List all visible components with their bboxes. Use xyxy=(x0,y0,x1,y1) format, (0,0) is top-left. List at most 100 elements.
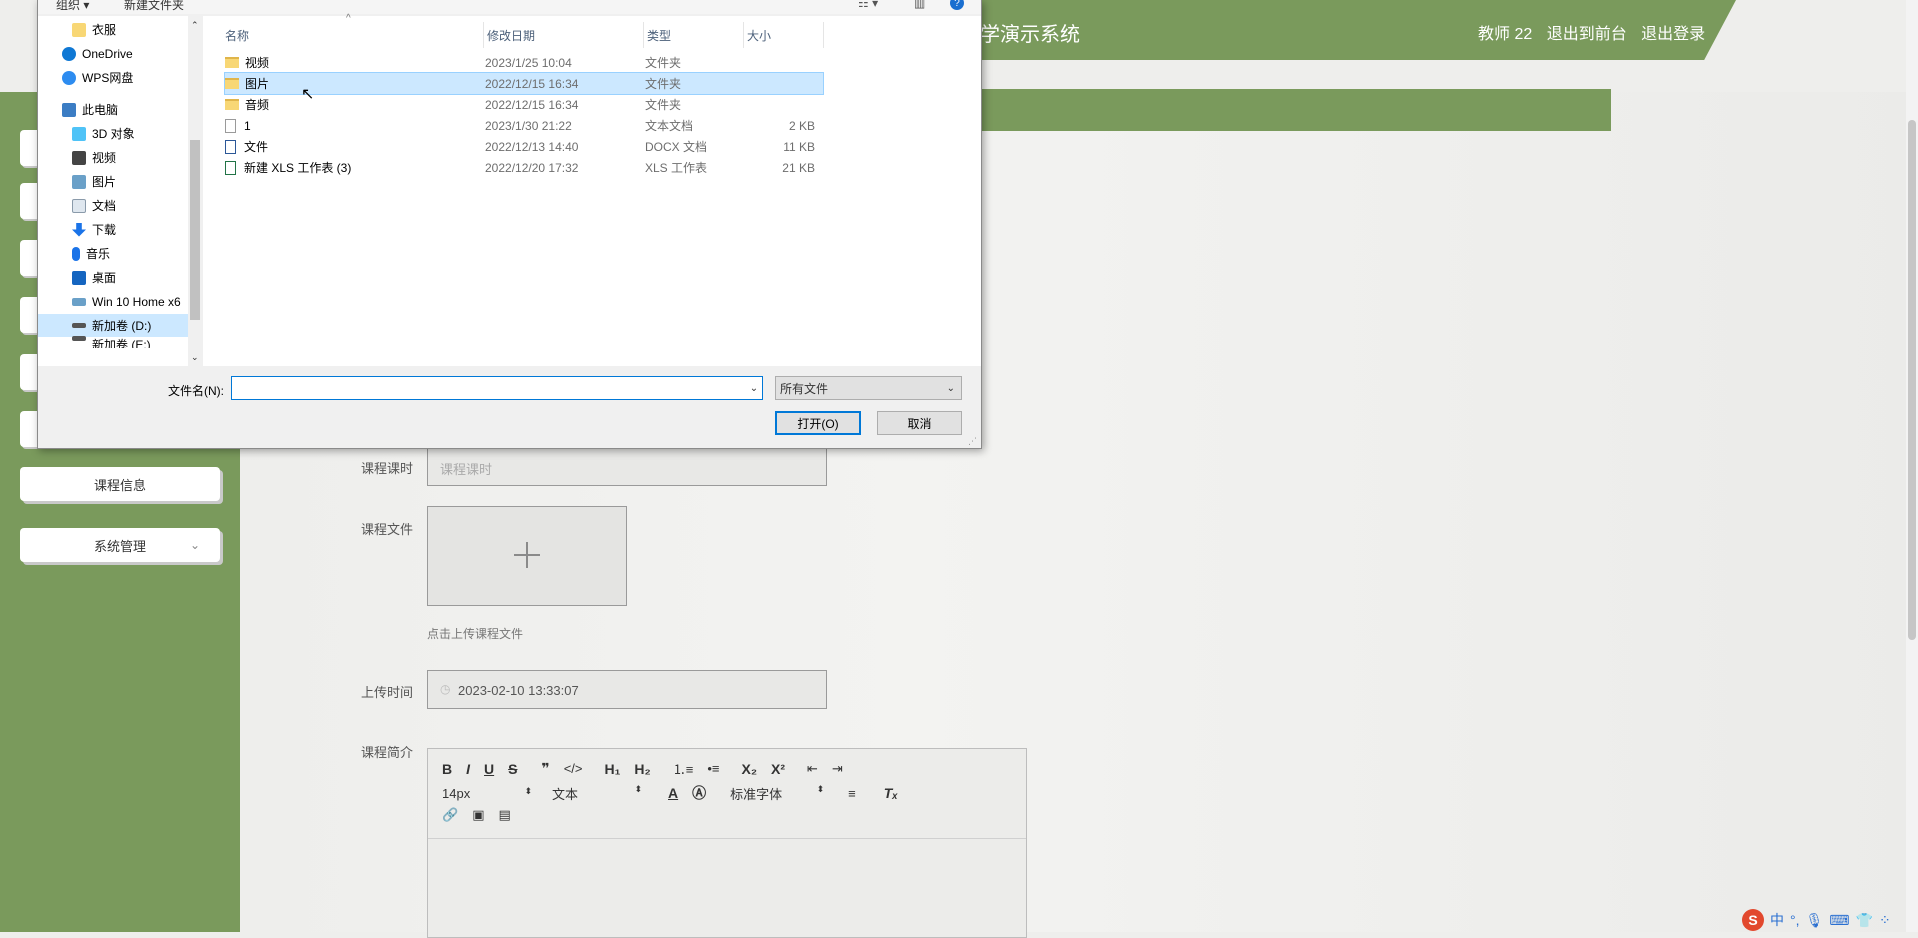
column-divider[interactable] xyxy=(823,22,824,48)
file-row[interactable]: 视频 2023/1/25 10:04 文件夹 xyxy=(225,52,823,73)
ime-mode[interactable]: 中 xyxy=(1770,910,1784,930)
image-icon[interactable]: ▣ xyxy=(472,807,484,823)
punctuation-icon[interactable]: °, xyxy=(1790,912,1800,928)
skin-icon[interactable]: 👕 xyxy=(1856,912,1873,929)
file-name: 新建 XLS 工作表 (3) xyxy=(244,161,352,175)
column-name[interactable]: 名称 xyxy=(225,24,249,46)
bold-icon[interactable]: B xyxy=(442,761,452,777)
font-color-icon[interactable]: A xyxy=(668,785,678,801)
nav-item[interactable]: 音乐 xyxy=(38,242,193,265)
view-menu-icon[interactable]: ☷ ▾ xyxy=(858,0,878,10)
help-icon[interactable]: ? xyxy=(950,0,964,10)
nav-item[interactable]: 视频 xyxy=(38,146,193,169)
nav-item[interactable]: 新加卷 (E:) xyxy=(38,336,193,348)
folder-icon xyxy=(225,78,239,89)
nav-item[interactable]: 新加卷 (D:) xyxy=(38,314,193,337)
open-button[interactable]: 打开(O) xyxy=(775,411,861,435)
indent-icon[interactable]: ⇥ xyxy=(832,761,843,777)
organize-button[interactable]: 组织 ▾ xyxy=(56,0,89,13)
resize-grip-icon[interactable]: ⋰ xyxy=(968,436,978,446)
background-color-icon[interactable]: Ⓐ xyxy=(692,783,706,803)
paragraph-select[interactable]: 文本 ⬍ xyxy=(552,784,642,803)
nav-item[interactable]: 下载 xyxy=(38,218,193,241)
scroll-down-icon[interactable]: ⌄ xyxy=(191,352,199,363)
file-size: 21 KB xyxy=(782,160,815,175)
h2-icon[interactable]: H₂ xyxy=(634,761,650,777)
filetype-select[interactable]: 所有文件 ⌄ xyxy=(775,376,962,400)
file-row[interactable]: 1 2023/1/30 21:22 文本文档 2 KB xyxy=(225,115,823,136)
strikethrough-icon[interactable]: S xyxy=(508,761,517,777)
column-divider[interactable] xyxy=(483,22,484,48)
column-type[interactable]: 类型 xyxy=(647,24,671,46)
file-row[interactable]: 图片 2022/12/15 16:34 文件夹 xyxy=(224,72,824,95)
hours-input[interactable]: 课程课时 xyxy=(427,446,827,486)
bullet-list-icon[interactable]: •≡ xyxy=(707,761,719,776)
nav-scrollbar-thumb[interactable] xyxy=(190,140,200,320)
new-folder-button[interactable]: 新建文件夹 xyxy=(124,0,184,13)
italic-icon[interactable]: I xyxy=(466,761,470,777)
sidebar-item-course-info[interactable]: 课程信息 xyxy=(20,467,220,501)
column-size[interactable]: 大小 xyxy=(747,24,771,46)
file-name: 音频 xyxy=(245,98,270,112)
nav-item[interactable]: 此电脑 xyxy=(38,98,193,121)
nav-item-label: 衣服 xyxy=(92,23,117,37)
filename-label: 文件名(N): xyxy=(168,384,224,398)
front-link[interactable]: 退出到前台 xyxy=(1547,26,1627,43)
toolbox-icon[interactable]: ⁘ xyxy=(1879,912,1891,929)
page-scrollbar-thumb[interactable] xyxy=(1908,120,1916,640)
file-list: ^ 名称 修改日期 类型 大小 视频 2023/1/25 10:04 文件夹 图… xyxy=(203,13,981,366)
sidebar-item-system-mgmt[interactable]: 系统管理 ⌄ xyxy=(20,528,220,562)
video-icon xyxy=(72,150,86,165)
updown-icon: ⬍ xyxy=(816,783,825,794)
font-size-select[interactable]: 14px ⬍ xyxy=(442,786,532,801)
upload-time-input[interactable]: ◷ 2023-02-10 13:33:07 xyxy=(427,670,827,709)
nav-item-label: 下载 xyxy=(92,223,117,237)
nav-item[interactable]: OneDrive xyxy=(38,42,193,65)
nav-item[interactable]: 桌面 xyxy=(38,266,193,289)
nav-item[interactable]: 衣服 xyxy=(38,18,193,41)
link-icon[interactable]: 🔗 xyxy=(442,807,458,823)
nav-item[interactable]: WPS网盘 xyxy=(38,66,193,89)
logout-link[interactable]: 退出登录 xyxy=(1641,26,1705,43)
file-name: 图片 xyxy=(245,77,270,91)
ordered-list-icon[interactable]: ⒈≡ xyxy=(673,759,694,778)
font-family-select[interactable]: 标准字体 ⬍ xyxy=(730,784,824,803)
scroll-up-icon[interactable]: ⌃ xyxy=(191,20,199,31)
cancel-button[interactable]: 取消 xyxy=(877,411,962,435)
code-icon[interactable]: </> xyxy=(564,761,583,776)
rich-text-editor[interactable]: B I U S ❞ </> H₁ H₂ ⒈≡ •≡ X₂ X² ⇤ ⇥ 14px… xyxy=(427,748,1027,938)
clear-format-icon[interactable]: Tₓ xyxy=(884,785,898,801)
upload-box[interactable] xyxy=(427,506,627,606)
quote-icon[interactable]: ❞ xyxy=(541,760,549,777)
file-type: XLS 工作表 xyxy=(645,161,708,175)
column-divider[interactable] xyxy=(743,22,744,48)
file-row[interactable]: 音频 2022/12/15 16:34 文件夹 xyxy=(225,94,823,115)
underline-icon[interactable]: U xyxy=(484,761,494,777)
microphone-icon[interactable]: 🎙 xyxy=(1806,912,1824,929)
drive-icon xyxy=(72,297,86,306)
keyboard-icon[interactable]: ⌨ xyxy=(1829,912,1849,929)
filename-dropdown-icon[interactable]: ⌄ xyxy=(744,376,764,400)
file-name: 1 xyxy=(244,118,251,133)
cloud-icon xyxy=(62,70,76,85)
nav-item[interactable]: 文档 xyxy=(38,194,193,217)
sogou-ime-icon[interactable]: S xyxy=(1742,909,1764,931)
column-divider[interactable] xyxy=(643,22,644,48)
subscript-icon[interactable]: X₂ xyxy=(741,761,757,777)
file-row[interactable]: 文件 2022/12/13 14:40 DOCX 文档 11 KB xyxy=(225,136,823,157)
video-icon[interactable]: ▤ xyxy=(498,807,510,823)
h1-icon[interactable]: H₁ xyxy=(605,761,621,777)
nav-item[interactable]: 图片 xyxy=(38,170,193,193)
nav-item-label: 新加卷 (D:) xyxy=(92,319,152,333)
file-row[interactable]: 新建 XLS 工作表 (3) 2022/12/20 17:32 XLS 工作表 … xyxy=(225,157,823,178)
folder-icon xyxy=(72,22,86,37)
nav-item-label: 文档 xyxy=(92,199,117,213)
nav-item[interactable]: 3D 对象 xyxy=(38,122,193,145)
nav-item[interactable]: Win 10 Home x6 xyxy=(38,290,193,313)
outdent-icon[interactable]: ⇤ xyxy=(807,761,818,777)
align-icon[interactable]: ≡ xyxy=(848,786,856,801)
filename-input[interactable] xyxy=(231,376,763,400)
column-date[interactable]: 修改日期 xyxy=(487,24,535,46)
preview-pane-icon[interactable]: ▥ xyxy=(914,0,925,10)
superscript-icon[interactable]: X² xyxy=(771,761,785,777)
